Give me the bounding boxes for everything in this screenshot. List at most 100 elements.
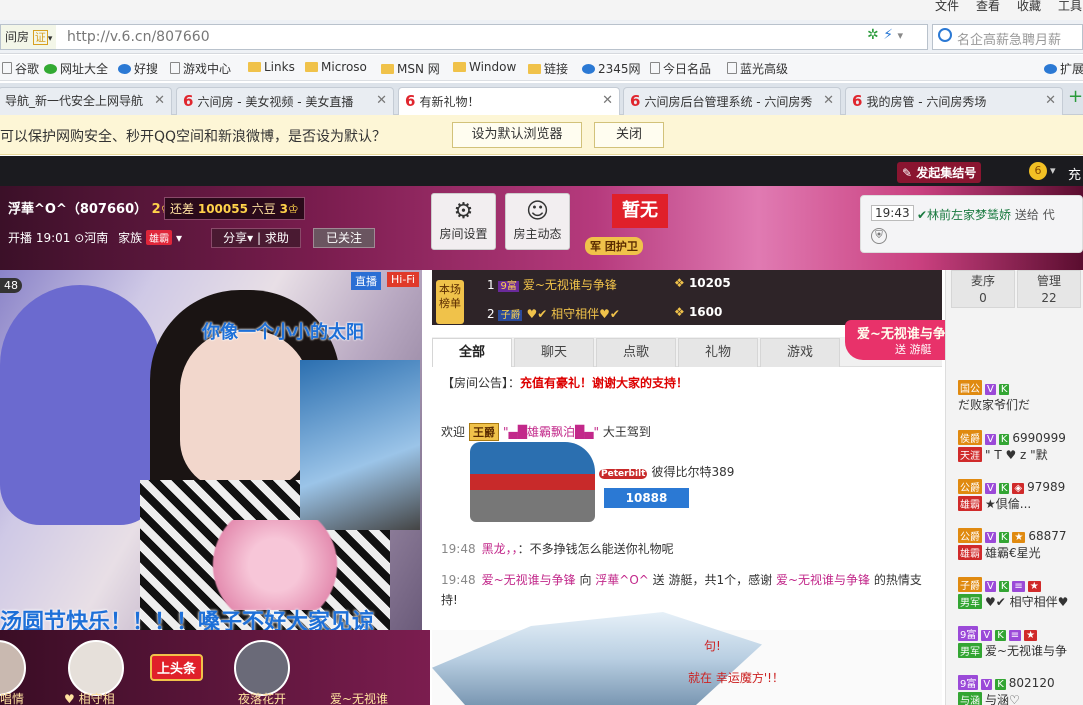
close-icon[interactable]: ✕ [376, 88, 387, 114]
bookmark-haosou[interactable]: 好搜 [118, 60, 158, 77]
level-progress: 还差 100055 六豆 3♔ [164, 197, 305, 220]
rank-row[interactable]: 1 9富 爱~无视谁与争锋 ❖ 10205 [487, 276, 731, 293]
user-row[interactable]: 公爵 V K ★ 68877 雄霸 雄霸€星光 [958, 528, 1067, 560]
family-badge[interactable]: 雄霸 [146, 230, 173, 245]
menu-tools[interactable]: 工具 [1058, 0, 1082, 14]
bookmark-google[interactable]: 谷歌 [2, 60, 39, 77]
followed-button[interactable]: 已关注 [313, 228, 375, 248]
realtime-text: ✔林前左家梦鸶娇 送给 代 [917, 208, 1055, 222]
user-row[interactable]: 公爵 V K ◈ 97989 雄霸 ★倶倫... [958, 479, 1065, 511]
truck-image [470, 442, 595, 522]
bookmark-links[interactable]: Links [248, 60, 295, 74]
host-feed-button[interactable]: ☺ 房主动态 [505, 193, 570, 250]
user-row[interactable]: 侯爵 V K 6990999 天涯 " T ♥ z "默 [958, 430, 1066, 462]
bookmark-jinri[interactable]: 今日名品 [650, 60, 711, 77]
set-default-button[interactable]: 设为默认浏览器 [452, 122, 582, 148]
url-text[interactable]: http://v.6.cn/807660 [67, 25, 210, 49]
microphone-image [300, 360, 420, 530]
chevron-down-icon[interactable]: ▾ [1050, 164, 1056, 177]
avatar[interactable] [234, 640, 290, 696]
tab-game[interactable]: 游戏 [760, 338, 840, 367]
bookmark-links-cn[interactable]: 链接 [528, 60, 568, 77]
tab-new-gift[interactable]: 6 有新礼物！ ✕ [398, 87, 620, 116]
bookmark-msn[interactable]: MSN 网 [381, 60, 440, 77]
security-icon[interactable]: ✲ ⚡ ▾ [867, 27, 903, 43]
chat-fragment: 句! [704, 639, 721, 653]
tab-6cn-home[interactable]: 6 六间房 - 美女视频 - 美女直播 ✕ [176, 87, 394, 115]
guard-badge[interactable]: 军 团护卫 [585, 237, 643, 255]
anchor-name[interactable]: 浮華^O^（807660） 2♔ [8, 198, 172, 217]
tab-chat[interactable]: 聊天 [514, 338, 594, 367]
avatar[interactable] [68, 640, 124, 696]
avatar-name: 夜落花开 [238, 692, 287, 705]
user-row[interactable]: 子爵 V K ≡ ★ 男军 ♥✔ 相守相伴♥ [958, 577, 1068, 609]
user-row[interactable]: 国公 V K だ败家爷们だ [958, 380, 1030, 412]
chevron-down-icon[interactable]: ▾ [176, 231, 182, 245]
avatar-name: 爱~无视谁 [330, 692, 389, 705]
menu-view[interactable]: 查看 [976, 0, 1000, 14]
site-identity[interactable]: 间房 证 ▾ [1, 25, 57, 49]
menu-favorites[interactable]: 收藏 [1017, 0, 1041, 14]
tab-label: 我的房管 - 六间房秀场 [866, 95, 987, 109]
flowers-image [200, 520, 350, 610]
coin-icon[interactable]: 6 [1029, 162, 1047, 180]
tab-all[interactable]: 全部 [432, 338, 512, 367]
tab-admins[interactable]: 管理 22 [1017, 270, 1081, 308]
tab-queue[interactable]: 麦序 0 [951, 270, 1015, 308]
shield-icon[interactable]: ⛨ [871, 228, 887, 244]
six-logo-icon: 6 [183, 92, 194, 110]
site-icon [582, 64, 595, 74]
search-input[interactable]: 名企高薪急聘月薪 [932, 24, 1083, 50]
recharge-link[interactable]: 充 [1068, 164, 1081, 183]
bookmark-game-center[interactable]: 游戏中心 [170, 60, 231, 77]
headline-button[interactable]: 上头条 [150, 654, 204, 681]
user-row[interactable]: 9富 V K ≡ ★ 男军 爱~无视谁与争 [958, 626, 1067, 658]
share-button[interactable]: 分享▾ | 求助 [211, 228, 301, 248]
viewer-tag: 48 [0, 278, 22, 293]
tab-nav[interactable]: 导航_新一代安全上网导航 ✕ [0, 87, 172, 115]
bookmark-microsoft[interactable]: Microso [305, 60, 367, 74]
search-logo-icon [118, 64, 131, 74]
live-badge: 直播 [351, 272, 381, 290]
rank-label[interactable]: 本场榜单 [436, 280, 464, 324]
bookmark-bluelight[interactable]: 蓝光高级 [727, 60, 788, 77]
close-notice-button[interactable]: 关闭 [594, 122, 664, 148]
tab-my-rooms[interactable]: 6 我的房管 - 六间房秀场 ✕ [845, 87, 1063, 115]
close-icon[interactable]: ✕ [1045, 88, 1056, 114]
room-settings-button[interactable]: ⚙ 房间设置 [431, 193, 496, 250]
close-icon[interactable]: ✕ [154, 88, 165, 114]
zanwu-flag[interactable]: 暂无 [612, 194, 668, 228]
grid-icon [1044, 64, 1057, 74]
tab-bar: 导航_新一代安全上网导航 ✕ 6 六间房 - 美女视频 - 美女直播 ✕ 6 有新礼物！… [0, 83, 1083, 116]
tab-label: 六间房 - 美女视频 - 美女直播 [197, 95, 354, 109]
close-icon[interactable]: ✕ [823, 88, 834, 114]
chevron-down-icon: ▾ [247, 231, 254, 245]
search-placeholder: 名企高薪急聘月薪 [957, 33, 1062, 48]
search-icon[interactable] [938, 28, 952, 42]
room-notice: 【房间公告】：充值有豪礼！谢谢大家的支持！ [442, 376, 689, 390]
streamer-face [180, 330, 310, 490]
rank-row[interactable]: 2 子爵 ♥✔ 相守相伴♥✔ ❖ 1600 [487, 305, 722, 322]
tab-label: 有新礼物！ [419, 95, 480, 109]
chat-message: 19:48 爱~无视谁与争锋 向 浮華^O^ 送 游艇，共1个，感谢 爱~无视谁与… [441, 573, 922, 587]
bookmark-2345[interactable]: 2345网 [582, 60, 641, 77]
url-field[interactable]: 间房 证 ▾ http://v.6.cn/807660 ✲ ⚡ ▾ [0, 24, 928, 50]
tab-song[interactable]: 点歌 [596, 338, 676, 367]
folder-icon [381, 64, 394, 74]
tab-admin[interactable]: 6 六间房后台管理系统 - 六间房秀 ✕ [623, 87, 841, 115]
new-tab-icon[interactable]: + [1068, 86, 1083, 107]
close-icon[interactable]: ✕ [602, 88, 613, 114]
user-row[interactable]: 9富 V K 802120 与涵 与涵♡ [958, 675, 1055, 705]
bookmark-extensions[interactable]: 扩展 [1044, 60, 1083, 77]
hifi-badge[interactable]: Hi-Fi [387, 272, 419, 287]
gamepad-icon [170, 62, 180, 74]
tab-label: 六间房后台管理系统 - 六间房秀 [644, 95, 813, 109]
rally-button[interactable]: ✎ 发起集结号 [897, 162, 982, 183]
help-button[interactable]: 求助 [265, 231, 289, 245]
gear-icon: ⚙ [453, 199, 474, 224]
tab-gift[interactable]: 礼物 [678, 338, 758, 367]
bookmark-windows[interactable]: Window [453, 60, 516, 74]
car-brand-badge: Peterbilt [599, 469, 648, 479]
bookmark-url-nav[interactable]: 网址大全 [44, 60, 108, 77]
menu-file[interactable]: 文件 [935, 0, 959, 14]
